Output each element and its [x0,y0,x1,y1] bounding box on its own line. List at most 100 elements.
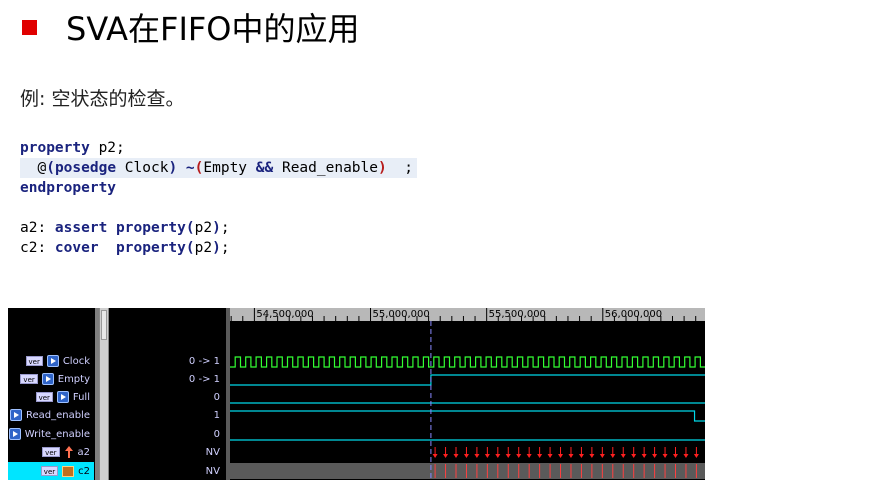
code-token: ( [46,160,55,176]
signal-row-empty[interactable]: ver Empty [8,370,94,388]
title-bullet [22,20,37,35]
assert-fail-arrowhead [693,454,699,458]
code-token: p2 [194,240,213,256]
ruler-label: 56,000,000 [605,309,662,320]
assert-fail-arrowhead [484,454,490,458]
signal-name: Read_enable [25,409,90,421]
signal-row-c2[interactable]: ver c2 [8,462,94,480]
slide-title: SVA在FIFO中的应用 [66,10,360,48]
read_enable-waveform [230,410,705,422]
scrollbar-thumb[interactable] [101,310,107,340]
assert-fail-arrowhead [558,454,564,458]
vertical-scrollbar[interactable] [99,308,109,480]
assert-fail-arrowhead [662,454,668,458]
signal-icon [41,373,54,385]
assert-fail-arrowhead [547,454,553,458]
code-token: ) [168,160,178,176]
signal-value: 0 [213,391,220,403]
assert-fail-arrowhead [620,454,626,458]
code-token: endproperty [20,180,117,196]
signal-icon [46,355,59,367]
assert-fail-arrowhead [599,454,605,458]
assert-fail-arrowhead [683,454,689,458]
code-token: c2: [20,240,55,256]
ver-badge: ver [40,466,59,476]
signal-name: Empty [57,373,90,385]
assert-fail-arrowhead [673,454,679,458]
assert-fail-arrowhead [443,454,449,458]
code-token: assert [54,220,108,236]
ruler-label: 55,500,000 [489,309,546,320]
code-token: Clock [116,160,169,176]
empty-waveform [230,374,705,386]
signal-row-write_enable[interactable]: Write_enable [8,425,94,443]
signal-icon [8,428,21,440]
code-token: property [116,220,186,236]
assert-fail-arrowhead [495,454,501,458]
signal-icon [56,391,69,403]
ver-badge: ver [25,356,43,366]
ver-badge: ver [20,374,38,384]
code-token: posedge [54,160,117,176]
signal-value: NV [205,465,220,477]
ver-badge: ver [35,392,53,402]
code-token: property [116,240,186,256]
signal-row-full[interactable]: ver Full [8,388,94,406]
signal-row-clock[interactable]: ver Clock [8,352,94,370]
code-line: endproperty [20,178,417,198]
code-line: c2: cover property(p2); [20,238,417,258]
code-token: ( [185,220,195,236]
code-token: ; [220,220,230,236]
cover-icon [62,465,75,477]
assert-fail-arrowhead [432,454,438,458]
waveform-canvas[interactable]: 54,500,000 55,000,000 55,500,000 56,000,000 [230,308,705,480]
signal-value: NV [205,446,220,458]
code-token: cover [54,240,99,256]
signal-name: Full [72,391,90,403]
code-line: property p2; [20,138,417,158]
code-token: a2: [20,220,55,236]
signal-value: 0 [213,428,220,440]
assert-fail-arrowhead [463,454,469,458]
clock-waveform [230,356,705,368]
waveform-plot[interactable]: 54,500,000 55,000,000 55,500,000 56,000,000 [230,308,705,480]
assert-fail-arrowhead [578,454,584,458]
assert-fail-arrowhead [568,454,574,458]
assert-fail-arrowhead [631,454,637,458]
example-caption: 例: 空状态的检查。 [20,88,185,110]
code-token: @ [20,160,47,176]
code-token: p2 [194,220,213,236]
signal-icon [9,409,22,421]
code-line: @(posedge Clock) ~(Empty && Read_enable)… [20,158,417,178]
code-block: property p2; @(posedge Clock) ~(Empty &&… [20,138,417,258]
code-token: && [255,160,274,176]
signal-row-a2[interactable]: ver a2 [8,443,94,461]
assert-fail-arrowhead [589,454,595,458]
signal-value: 0 -> 1 [188,355,220,367]
assert-fail-arrowhead [652,454,658,458]
signal-row-read_enable[interactable]: Read_enable [8,406,94,424]
signal-names-pane: ver Clock ver Empty ver Full Read_enable Write_… [8,308,95,480]
assert-fail-arrowhead [505,454,511,458]
code-token: Read_enable [273,160,378,176]
code-token: ) [378,160,387,176]
ruler-label: 54,500,000 [256,309,313,320]
code-token: ; [386,160,413,176]
code-line: a2: assert property(p2); [20,218,417,238]
assert-fail-arrowhead [474,454,480,458]
assert-fail-arrowhead [610,454,616,458]
arrow-up-icon [64,446,74,458]
signal-name: Clock [62,355,90,367]
code-token: ~ [185,160,195,176]
waveform-viewer: ver Clock ver Empty ver Full Read_enable Write_… [8,308,705,480]
code-token: ( [185,240,195,256]
signal-name: a2 [77,446,91,458]
assert-fail-arrowhead [516,454,522,458]
signal-value: 1 [213,409,220,421]
code-token: property [20,140,90,156]
signal-name: c2 [78,465,90,477]
code-token: ) [212,220,221,236]
ruler-label: 55,000,000 [373,309,430,320]
